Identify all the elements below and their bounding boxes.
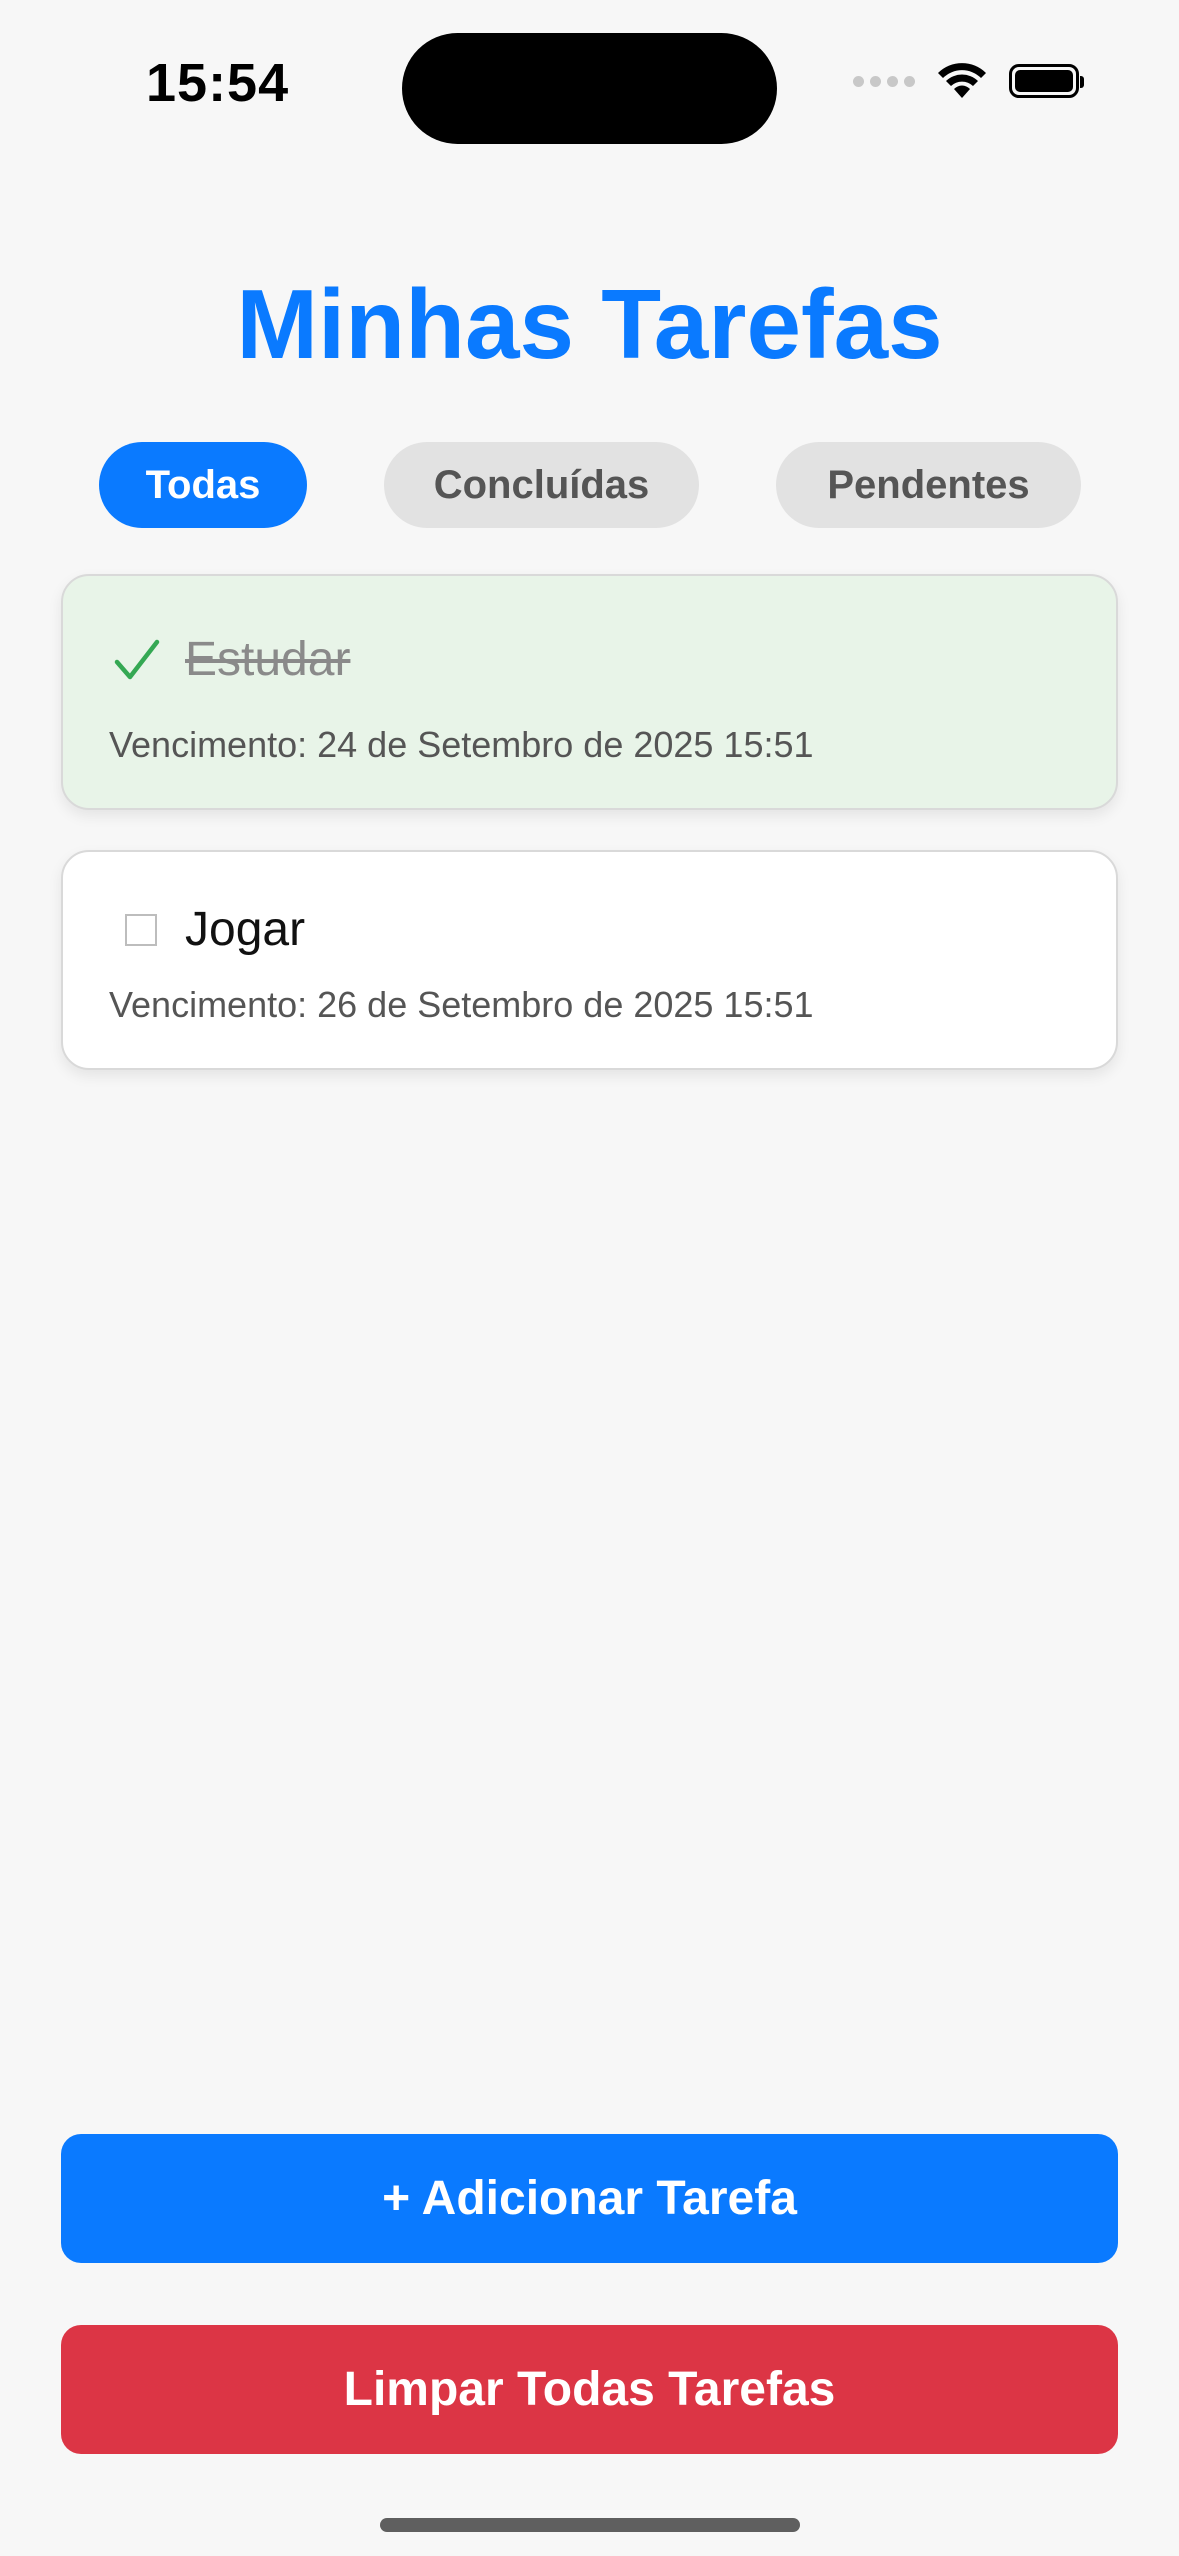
checkmark-icon[interactable] (113, 636, 161, 684)
dynamic-island (402, 33, 777, 144)
app-screen: 15:54 Minhas Tarefas Todas Concluídas Pe… (0, 0, 1179, 2556)
status-time: 15:54 (146, 53, 290, 113)
task-due-date: Vencimento: 26 de Setembro de 2025 15:51 (109, 984, 814, 1025)
task-title: Jogar (185, 903, 306, 956)
task-title: Estudar (185, 633, 351, 686)
task-card[interactable]: Jogar Vencimento: 26 de Setembro de 2025… (61, 850, 1118, 1070)
filter-completed-button[interactable]: Concluídas (384, 442, 699, 528)
clear-all-tasks-button[interactable]: Limpar Todas Tarefas (61, 2325, 1118, 2454)
task-header: Jogar (113, 902, 305, 957)
filter-all-button[interactable]: Todas (99, 442, 307, 528)
task-card[interactable]: Estudar Vencimento: 24 de Setembro de 20… (61, 574, 1118, 810)
cellular-signal-icon (853, 75, 915, 87)
page-title: Minhas Tarefas (236, 269, 943, 379)
battery-icon (1009, 64, 1084, 98)
filter-bar: Todas Concluídas Pendentes (0, 442, 1179, 528)
status-icons (853, 62, 1084, 100)
task-due-date: Vencimento: 24 de Setembro de 2025 15:51 (109, 724, 814, 765)
home-indicator[interactable] (380, 2518, 800, 2532)
checkbox-icon[interactable] (125, 913, 157, 946)
task-header: Estudar (113, 632, 350, 687)
filter-pending-button[interactable]: Pendentes (776, 442, 1081, 528)
wifi-icon (938, 63, 986, 98)
add-task-button[interactable]: + Adicionar Tarefa (61, 2134, 1118, 2263)
